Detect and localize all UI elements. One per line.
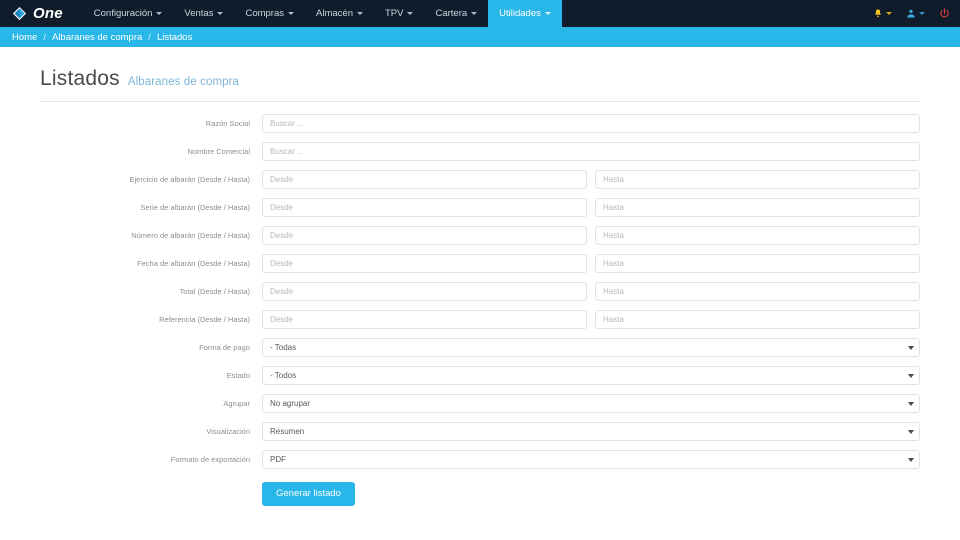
listados-filter-form: Razón Social Nombre Comercial Ejercicio … <box>40 102 920 506</box>
field-label: Agrupar <box>223 399 250 408</box>
field-label: Razón Social <box>205 119 250 128</box>
chevron-down-icon <box>919 12 925 15</box>
breadcrumb-current: Listados <box>156 31 193 43</box>
page-title: Listados <box>40 67 120 90</box>
top-navbar: One Configuración Ventas Compras Almacén… <box>0 0 960 27</box>
nav-item-label: Configuración <box>93 8 153 19</box>
nav-item-tpv[interactable]: TPV <box>374 0 424 27</box>
form-row-fecha-albaran: Fecha de albarán (Desde / Hasta) <box>40 254 920 273</box>
chevron-down-icon <box>156 12 163 15</box>
field-label: Fecha de albarán (Desde / Hasta) <box>137 259 250 268</box>
nav-item-label: Almacén <box>316 8 353 19</box>
referencia-hasta-input[interactable] <box>595 310 920 329</box>
fecha-albaran-hasta-input[interactable] <box>595 254 920 273</box>
form-row-estado: Estado - Todos <box>40 366 920 385</box>
chevron-down-icon <box>217 12 224 15</box>
form-row-visualizacion: Visualización Resumen <box>40 422 920 441</box>
field-label: Formato de exportación <box>170 455 250 464</box>
nav-item-label: TPV <box>384 8 404 19</box>
breadcrumb-section[interactable]: Albaranes de compra <box>52 32 142 43</box>
page-content: Listados Albaranes de compra Razón Socia… <box>0 47 960 506</box>
chevron-down-icon <box>407 12 414 15</box>
referencia-desde-input[interactable] <box>262 310 587 329</box>
nav-item-label: Compras <box>245 8 285 19</box>
nav-item-label: Cartera <box>435 8 468 19</box>
nav-item-ventas[interactable]: Ventas <box>173 0 234 27</box>
generar-listado-button[interactable]: Generar listado <box>262 482 355 506</box>
brand-name: One <box>33 5 63 22</box>
nav-item-almacen[interactable]: Almacén <box>305 0 374 27</box>
nav-item-cartera[interactable]: Cartera <box>424 0 488 27</box>
chevron-down-icon <box>288 12 295 15</box>
user-icon <box>907 9 915 18</box>
nombre-comercial-input[interactable] <box>262 142 920 161</box>
field-label: Total (Desde / Hasta) <box>179 287 250 296</box>
nav-item-configuracion[interactable]: Configuración <box>83 0 174 27</box>
field-label: Estado <box>226 371 250 380</box>
form-row-numero-albaran: Número de albarán (Desde / Hasta) <box>40 226 920 245</box>
ejercicio-albaran-hasta-input[interactable] <box>595 170 920 189</box>
bell-icon <box>875 9 881 18</box>
breadcrumb-separator: / <box>148 31 151 43</box>
form-row-razon-social: Razón Social <box>40 114 920 133</box>
formato-exportacion-select[interactable]: PDF <box>262 450 920 469</box>
chevron-down-icon <box>886 12 892 15</box>
form-row-serie-albaran: Serie de albarán (Desde / Hasta) <box>40 198 920 217</box>
form-row-agrupar: Agrupar No agrupar <box>40 394 920 413</box>
serie-albaran-desde-input[interactable] <box>262 198 587 217</box>
nav-item-utilidades[interactable]: Utilidades <box>488 0 562 27</box>
form-row-total: Total (Desde / Hasta) <box>40 282 920 301</box>
nav-item-compras[interactable]: Compras <box>234 0 305 27</box>
field-label: Forma de pago <box>199 343 250 352</box>
brand-logo[interactable]: One <box>0 0 77 27</box>
notifications-button[interactable] <box>867 8 898 19</box>
razon-social-input[interactable] <box>262 114 920 133</box>
field-label: Número de albarán (Desde / Hasta) <box>131 231 250 240</box>
user-menu-button[interactable] <box>900 8 931 19</box>
breadcrumb-home[interactable]: Home <box>12 32 37 43</box>
nav-item-label: Utilidades <box>499 8 541 19</box>
form-row-forma-de-pago: Forma de pago - Todas <box>40 338 920 357</box>
chevron-down-icon <box>471 12 478 15</box>
diamond-logo-icon <box>12 6 27 21</box>
visualizacion-select[interactable]: Resumen <box>262 422 920 441</box>
form-row-nombre-comercial: Nombre Comercial <box>40 142 920 161</box>
breadcrumb: Home / Albaranes de compra / Listados <box>0 27 960 47</box>
total-hasta-input[interactable] <box>595 282 920 301</box>
page-header: Listados Albaranes de compra <box>40 47 920 102</box>
form-row-referencia: Referencia (Desde / Hasta) <box>40 310 920 329</box>
power-icon <box>940 8 949 18</box>
ejercicio-albaran-desde-input[interactable] <box>262 170 587 189</box>
form-actions-spacer <box>40 482 262 506</box>
chevron-down-icon <box>356 12 363 15</box>
page-subtitle: Albaranes de compra <box>127 76 240 88</box>
nav-item-label: Ventas <box>184 8 214 19</box>
estado-select[interactable]: - Todos <box>262 366 920 385</box>
form-row-formato-exportacion: Formato de exportación PDF <box>40 450 920 469</box>
form-row-ejercicio-albaran: Ejercicio de albarán (Desde / Hasta) <box>40 170 920 189</box>
logout-button[interactable] <box>933 8 954 19</box>
form-actions: Generar listado <box>40 482 920 506</box>
navbar-actions <box>867 0 960 27</box>
total-desde-input[interactable] <box>262 282 587 301</box>
agrupar-select[interactable]: No agrupar <box>262 394 920 413</box>
chevron-down-icon <box>544 12 551 15</box>
fecha-albaran-desde-input[interactable] <box>262 254 587 273</box>
field-label: Nombre Comercial <box>187 147 250 156</box>
numero-albaran-desde-input[interactable] <box>262 226 587 245</box>
field-label: Visualización <box>206 427 250 436</box>
field-label: Ejercicio de albarán (Desde / Hasta) <box>129 175 250 184</box>
field-label: Serie de albarán (Desde / Hasta) <box>140 203 250 212</box>
numero-albaran-hasta-input[interactable] <box>595 226 920 245</box>
breadcrumb-separator: / <box>43 31 46 43</box>
forma-de-pago-select[interactable]: - Todas <box>262 338 920 357</box>
field-label: Referencia (Desde / Hasta) <box>159 315 250 324</box>
serie-albaran-hasta-input[interactable] <box>595 198 920 217</box>
nav-menu: Configuración Ventas Compras Almacén TPV… <box>83 0 562 27</box>
